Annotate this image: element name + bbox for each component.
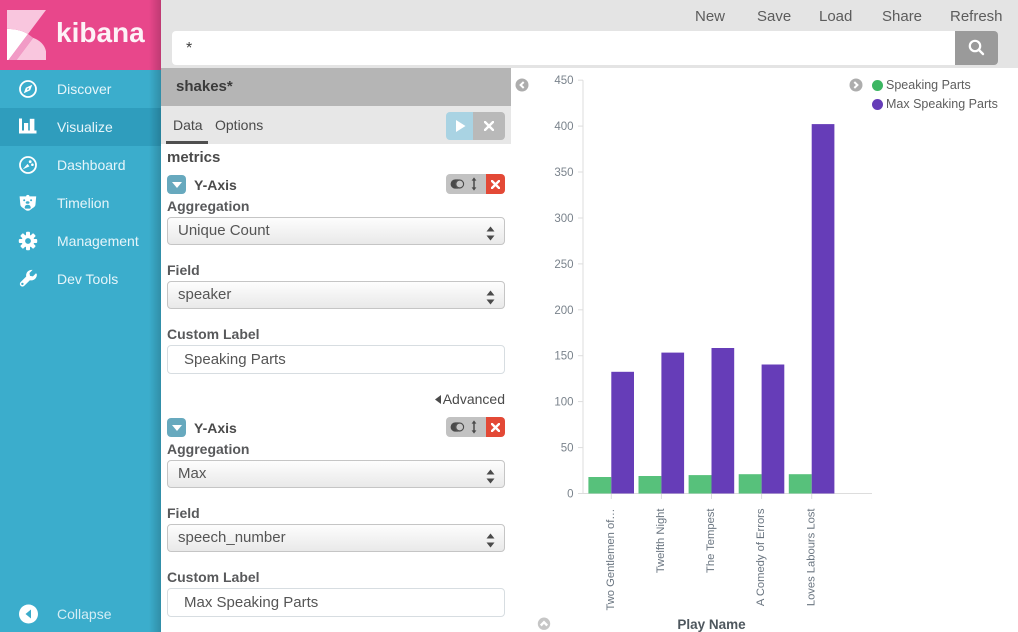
svg-text:200: 200 — [554, 305, 573, 317]
svg-text:0: 0 — [567, 489, 573, 501]
svg-text:Two Gentlemen of…: Two Gentlemen of… — [605, 509, 617, 611]
svg-text:Play Name: Play Name — [677, 617, 746, 632]
svg-text:Twelfth Night: Twelfth Night — [655, 508, 667, 574]
svg-text:250: 250 — [554, 259, 573, 271]
svg-text:400: 400 — [554, 121, 573, 133]
svg-text:The Tempest: The Tempest — [705, 508, 717, 573]
svg-text:Loves Labours Lost: Loves Labours Lost — [805, 508, 817, 607]
svg-text:350: 350 — [554, 167, 573, 179]
svg-text:A Comedy of Errors: A Comedy of Errors — [755, 508, 767, 606]
svg-text:150: 150 — [554, 351, 573, 363]
svg-text:300: 300 — [554, 213, 573, 225]
svg-text:100: 100 — [554, 397, 573, 409]
svg-text:50: 50 — [561, 443, 574, 455]
svg-text:450: 450 — [554, 75, 573, 87]
